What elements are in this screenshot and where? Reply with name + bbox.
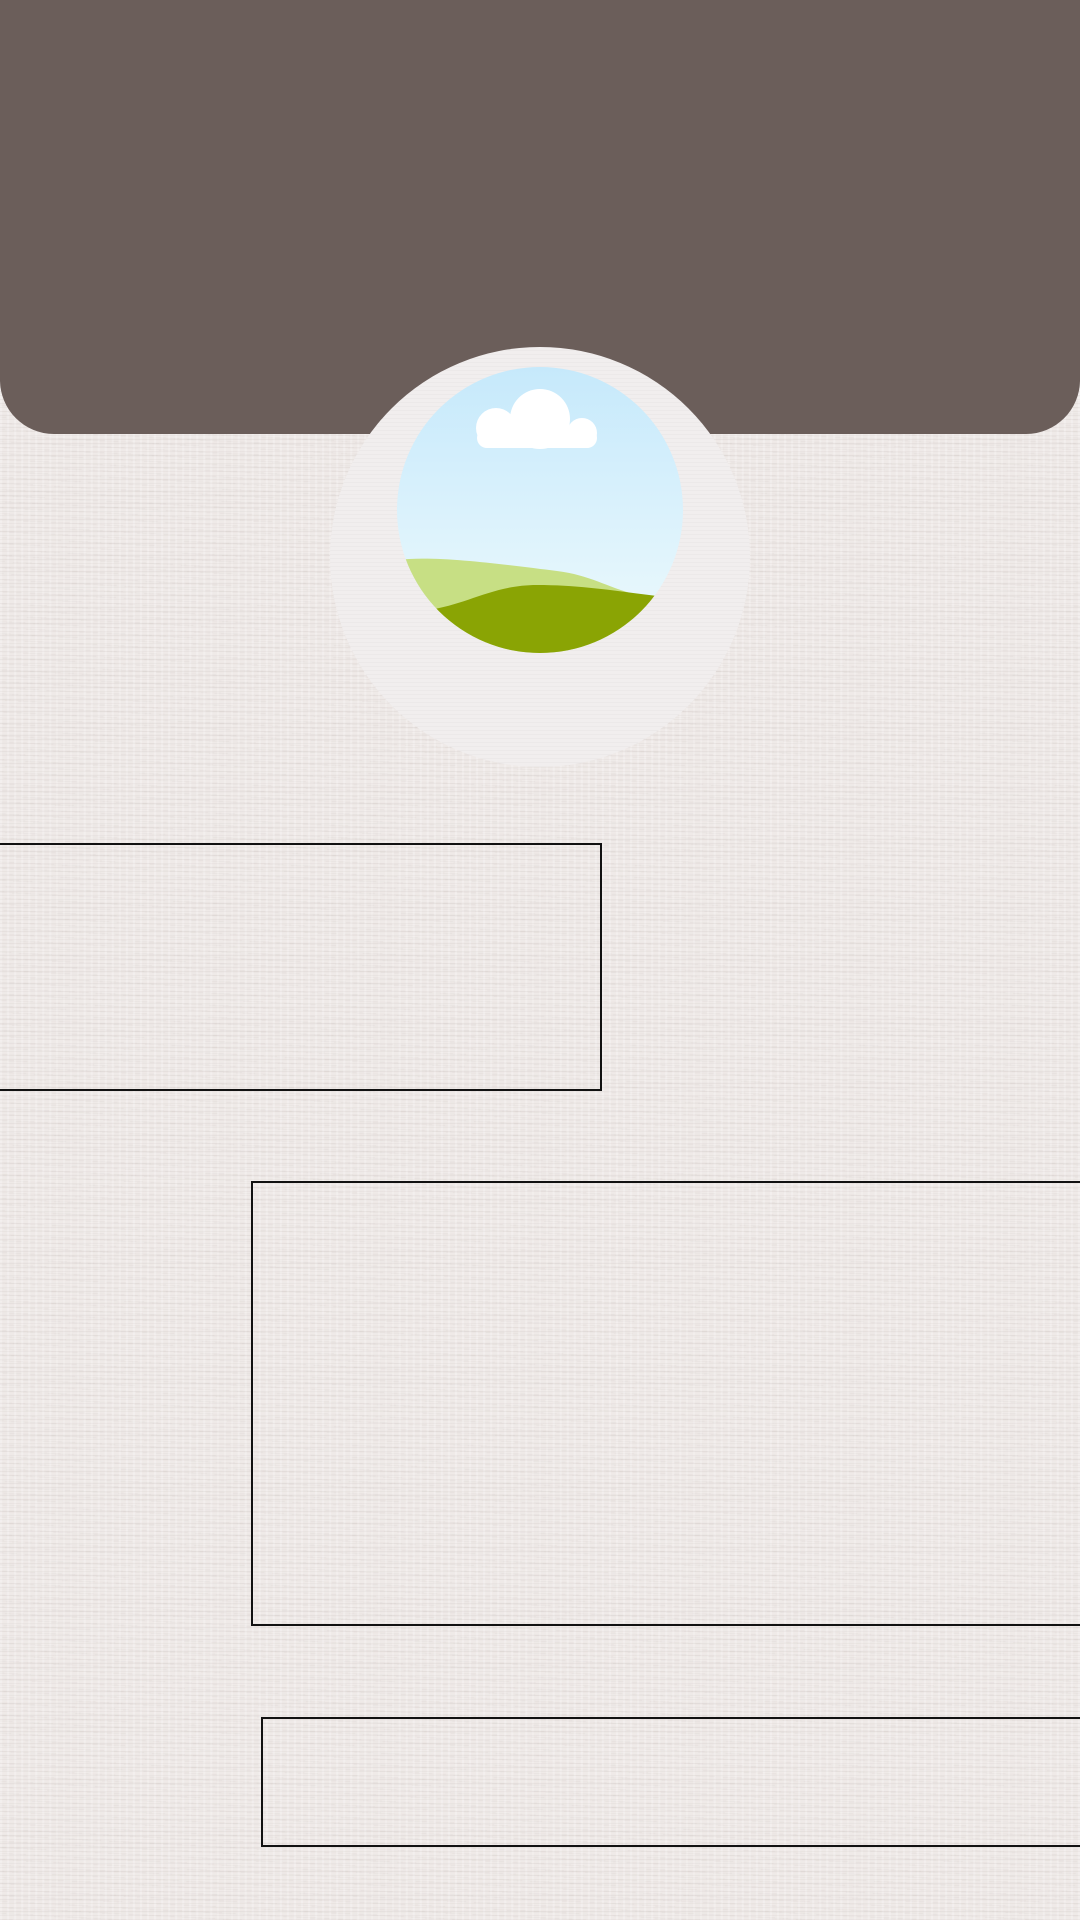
content-box-1 bbox=[0, 843, 602, 1091]
image-placeholder-icon[interactable] bbox=[397, 367, 683, 653]
content-box-2 bbox=[251, 1181, 1080, 1626]
content-box-3 bbox=[261, 1717, 1080, 1847]
